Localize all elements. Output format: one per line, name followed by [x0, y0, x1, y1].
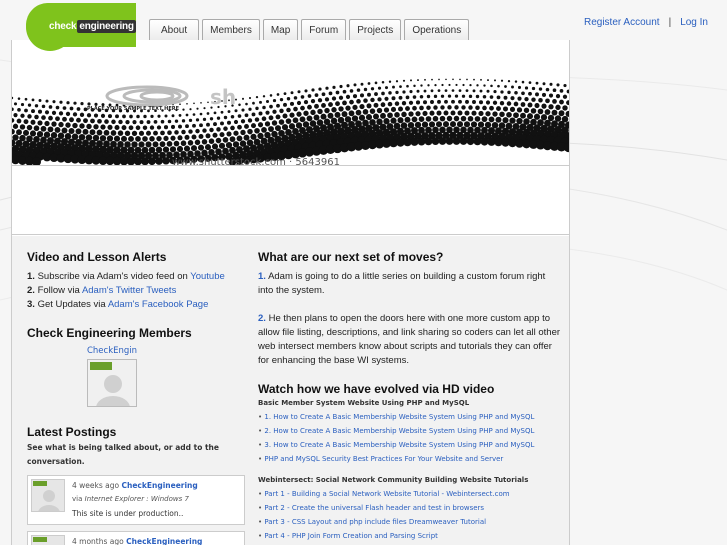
- flash-banner: sh PLACE YOUR SAMPLE TEXT HERE www.shutt…: [12, 40, 569, 166]
- video-link-text[interactable]: 3. How to Create A Basic Membership Webs…: [264, 441, 534, 449]
- main-nav: About Members Map Forum Projects Operati…: [149, 19, 470, 40]
- banner-strip: [12, 167, 569, 235]
- video-link[interactable]: • Part 1 - Building a Social Network Web…: [258, 487, 563, 501]
- video-link-text[interactable]: Part 4 - PHP Join Form Creation and Pars…: [264, 532, 438, 540]
- alerts-item-2-text: Follow via: [37, 285, 82, 296]
- post-user-link[interactable]: CheckEngineering: [122, 481, 198, 490]
- list-item: 4 weeks ago CheckEngineering via Interne…: [27, 475, 245, 525]
- post-meta: 4 months ago CheckEngineering: [72, 537, 202, 545]
- list-item: 4 months ago CheckEngineering: [27, 531, 245, 545]
- alerts-item-1-text: Subscribe via Adam's video feed on: [37, 271, 191, 282]
- alerts-item-1: 1. Subscribe via Adam's video feed on Yo…: [27, 270, 245, 284]
- tab-projects[interactable]: Projects: [349, 19, 402, 40]
- right-column: What are our next set of moves? 1. Adam …: [258, 250, 563, 543]
- video-link-text[interactable]: PHP and MySQL Security Best Practices Fo…: [264, 455, 503, 463]
- video-link-text[interactable]: Part 3 - CSS Layout and php include file…: [264, 518, 486, 526]
- video-link-text[interactable]: Part 1 - Building a Social Network Websi…: [264, 490, 509, 498]
- youtube-link[interactable]: Youtube: [190, 271, 225, 282]
- video-link[interactable]: • 1. How to Create A Basic Membership We…: [258, 410, 563, 424]
- bullet: •: [258, 455, 263, 463]
- alerts-item-2: 2. Follow via Adam's Twitter Tweets: [27, 284, 245, 298]
- moves-p2-num: 2.: [258, 313, 266, 324]
- banner-watermark-text: PLACE YOUR SAMPLE TEXT HERE: [87, 106, 180, 112]
- alerts-item-1-num: 1.: [27, 271, 35, 282]
- post-client: via Internet Explorer : Windows 7: [72, 495, 189, 503]
- post-message: This site is under production..: [72, 509, 184, 518]
- postings-title: Latest Postings: [27, 425, 117, 439]
- logo-text[interactable]: check engineering: [49, 20, 136, 33]
- facebook-link[interactable]: Adam's Facebook Page: [108, 299, 209, 310]
- post-via-label: via: [72, 495, 83, 503]
- video-link[interactable]: • Part 4 - PHP Join Form Creation and Pa…: [258, 529, 563, 543]
- bullet: •: [258, 490, 263, 498]
- register-account-link[interactable]: Register Account: [584, 17, 660, 28]
- login-link[interactable]: Log In: [680, 17, 708, 28]
- account-separator: |: [668, 17, 672, 28]
- alerts-item-3-num: 3.: [27, 299, 35, 310]
- tab-map[interactable]: Map: [262, 19, 299, 40]
- alerts-item-3-text: Get Updates via: [37, 299, 108, 310]
- logo-text-engineering: engineering: [77, 20, 136, 33]
- post-time: 4 weeks ago: [72, 481, 120, 490]
- video-link[interactable]: • Part 3 - CSS Layout and php include fi…: [258, 515, 563, 529]
- alerts-item-3: 3. Get Updates via Adam's Facebook Page: [27, 298, 245, 312]
- alerts-title: Video and Lesson Alerts: [27, 250, 167, 264]
- video-link-text[interactable]: Part 2 - Create the universal Flash head…: [264, 504, 484, 512]
- svg-text:sh: sh: [210, 85, 236, 109]
- tab-forum[interactable]: Forum: [301, 19, 347, 40]
- member-name[interactable]: CheckEngin: [27, 346, 197, 356]
- bullet: •: [258, 518, 263, 526]
- tab-operations[interactable]: Operations: [404, 19, 470, 40]
- moves-paragraph-1: 1. Adam is going to do a little series o…: [258, 270, 563, 298]
- post-client-name: Internet Explorer : Windows 7: [84, 495, 189, 503]
- video-link-text[interactable]: 1. How to Create A Basic Membership Webs…: [264, 413, 534, 421]
- video-link[interactable]: • 2. How to Create A Basic Membership We…: [258, 424, 563, 438]
- alerts-item-2-num: 2.: [27, 285, 35, 296]
- banner-watermark-url: www.shutterstock.com · 5643961: [172, 157, 340, 166]
- tab-members[interactable]: Members: [202, 19, 260, 40]
- left-column: Video and Lesson Alerts 1. Subscribe via…: [27, 250, 245, 545]
- moves-paragraph-2: 2. He then plans to open the doors here …: [258, 312, 563, 368]
- video-link[interactable]: • Part 2 - Create the universal Flash he…: [258, 501, 563, 515]
- twitter-link[interactable]: Adam's Twitter Tweets: [82, 285, 176, 296]
- account-links: Register Account | Log In: [584, 17, 708, 28]
- bullet: •: [258, 427, 263, 435]
- members-title: Check Engineering Members: [27, 326, 192, 340]
- banner-art: sh PLACE YOUR SAMPLE TEXT HERE www.shutt…: [12, 78, 569, 166]
- post-meta: 4 weeks ago CheckEngineering: [72, 481, 198, 490]
- post-time: 4 months ago: [72, 537, 124, 545]
- moves-p1-num: 1.: [258, 271, 266, 282]
- member-avatar[interactable]: [87, 359, 137, 407]
- bullet: •: [258, 441, 263, 449]
- avatar-placeholder-icon: [33, 481, 60, 511]
- videos-section-2-title: Webintersect: Social Network Community B…: [258, 476, 529, 484]
- avatar-placeholder-icon: [88, 360, 136, 406]
- logo-text-check: check: [49, 21, 77, 32]
- moves-title: What are our next set of moves?: [258, 250, 444, 264]
- moves-p1-text: Adam is going to do a little series on b…: [258, 271, 546, 296]
- site-header: check engineering About Members Map Forum…: [0, 0, 727, 51]
- member-card[interactable]: CheckEngin: [27, 346, 197, 407]
- content-area: Video and Lesson Alerts 1. Subscribe via…: [12, 236, 569, 545]
- tab-about[interactable]: About: [149, 19, 200, 40]
- bullet: •: [258, 532, 263, 540]
- bullet: •: [258, 504, 263, 512]
- videos-title: Watch how we have evolved via HD video: [258, 382, 495, 396]
- videos-section-1-title: Basic Member System Website Using PHP an…: [258, 399, 470, 407]
- video-link-text[interactable]: 2. How to Create A Basic Membership Webs…: [264, 427, 534, 435]
- avatar[interactable]: [31, 479, 65, 512]
- video-link[interactable]: • 3. How to Create A Basic Membership We…: [258, 438, 563, 452]
- post-user-link[interactable]: CheckEngineering: [126, 537, 202, 545]
- moves-p2-text: He then plans to open the doors here wit…: [258, 313, 561, 366]
- postings-subtitle: See what is being talked about, or add t…: [27, 443, 219, 466]
- avatar[interactable]: [31, 535, 65, 545]
- main-column: sh PLACE YOUR SAMPLE TEXT HERE www.shutt…: [11, 40, 570, 545]
- video-link[interactable]: • PHP and MySQL Security Best Practices …: [258, 452, 563, 466]
- bullet: •: [258, 413, 263, 421]
- avatar-placeholder-icon: [33, 537, 47, 542]
